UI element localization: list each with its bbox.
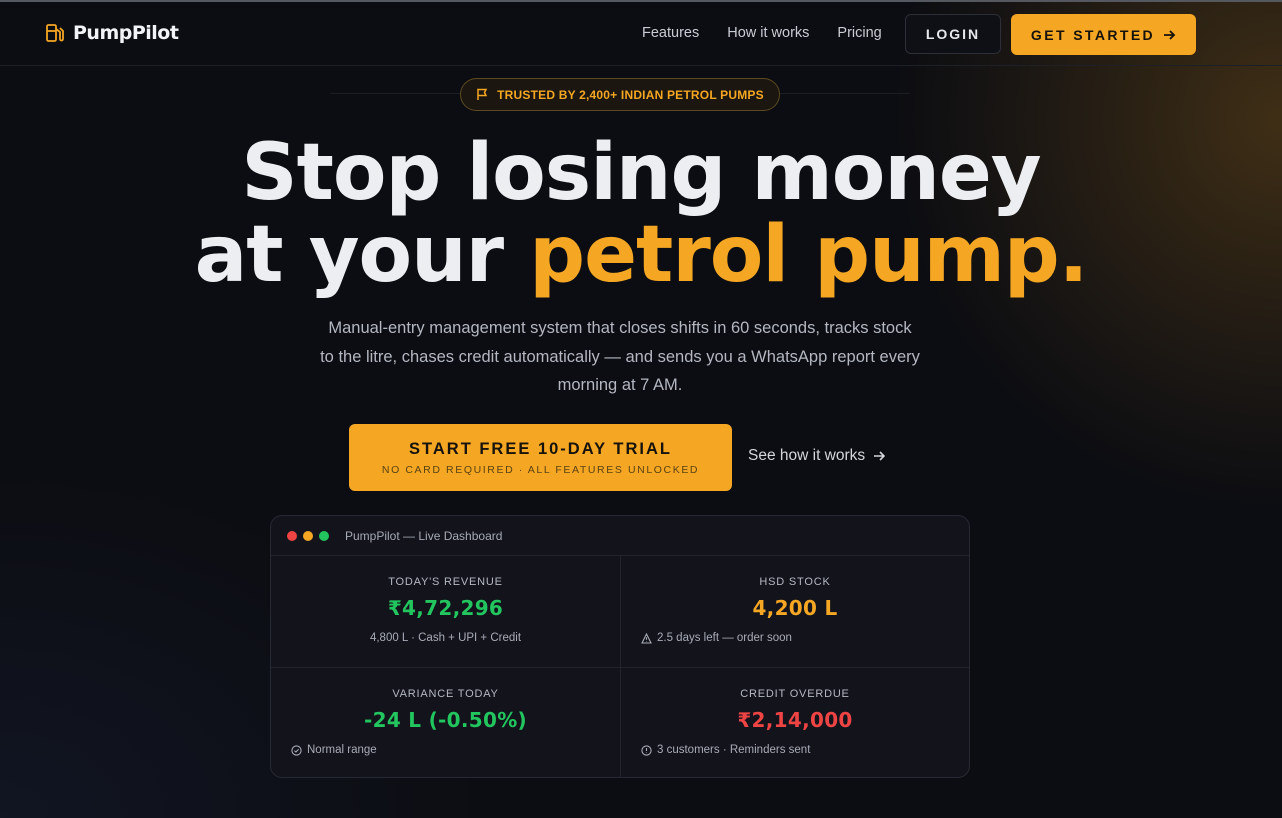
metric-card-hsd-stock: HSD STOCK 4,200 L 2.5 days left — order …	[620, 556, 969, 667]
brand-name: PumpPilot	[73, 22, 179, 44]
hero-subtitle: Manual-entry management system that clos…	[320, 319, 920, 394]
dashboard-title: PumpPilot — Live Dashboard	[345, 528, 503, 543]
metric-card-credit-overdue: CREDIT OVERDUE ₹2,14,000 3 customers · R…	[620, 667, 969, 777]
top-nav: PumpPilot Features How it works Pricing …	[0, 2, 1282, 66]
window-close-dot	[287, 530, 297, 541]
metric-value: 4,200 L	[752, 596, 838, 620]
window-maximize-dot	[319, 530, 329, 541]
flag-icon	[477, 88, 488, 100]
metric-value: ₹2,14,000	[737, 708, 853, 732]
metric-note-text: Normal range	[307, 744, 377, 756]
metric-note: 2.5 days left — order soon	[641, 632, 792, 644]
nav-link-pricing[interactable]: Pricing	[837, 25, 881, 41]
metric-card-revenue: TODAY'S REVENUE ₹4,72,296 4,800 L · Cash…	[271, 556, 620, 667]
metric-value: -24 L (-0.50%)	[364, 708, 527, 732]
cta-main-label: START FREE 10-DAY TRIAL	[409, 439, 672, 458]
fuel-pump-icon	[46, 24, 64, 42]
live-dashboard-preview: PumpPilot — Live Dashboard TODAY'S REVEN…	[270, 515, 970, 778]
see-how-it-works-label: See how it works	[748, 447, 866, 464]
info-circle-icon	[641, 744, 652, 756]
nav-link-features[interactable]: Features	[642, 25, 699, 41]
metrics-grid: TODAY'S REVENUE ₹4,72,296 4,800 L · Cash…	[271, 556, 969, 777]
hero-title: Stop losing money at your petrol pump.	[0, 132, 1282, 296]
metric-label: HSD STOCK	[759, 576, 831, 588]
hero-title-line1: Stop losing money	[241, 128, 1041, 218]
arrow-right-icon	[874, 451, 886, 461]
hero-title-accent: petrol pump.	[529, 210, 1088, 300]
login-button[interactable]: LOGIN	[905, 14, 1001, 54]
dashboard-titlebar: PumpPilot — Live Dashboard	[271, 516, 969, 556]
metric-label: VARIANCE TODAY	[392, 688, 499, 700]
see-how-it-works-link[interactable]: See how it works	[748, 447, 886, 465]
start-free-trial-button[interactable]: START FREE 10-DAY TRIAL NO CARD REQUIRED…	[349, 424, 732, 491]
trust-badge: TRUSTED BY 2,400+ INDIAN PETROL PUMPS	[460, 78, 780, 111]
brand-logo[interactable]: PumpPilot	[45, 22, 179, 44]
hero-title-line2: at your	[194, 210, 505, 300]
metric-note: Normal range	[291, 744, 377, 756]
nav-link-how-it-works[interactable]: How it works	[727, 25, 809, 41]
warning-icon	[641, 632, 652, 644]
trust-badge-text: TRUSTED BY 2,400+ INDIAN PETROL PUMPS	[497, 87, 764, 102]
window-minimize-dot	[303, 530, 313, 541]
metric-note-text: 3 customers · Reminders sent	[657, 744, 811, 756]
metric-note: 3 customers · Reminders sent	[641, 744, 810, 756]
get-started-label: GET STARTED	[1030, 26, 1156, 43]
metric-label: CREDIT OVERDUE	[740, 688, 850, 700]
metric-label: TODAY'S REVENUE	[388, 576, 503, 588]
check-circle-icon	[291, 744, 302, 756]
metric-card-variance: VARIANCE TODAY -24 L (-0.50%) Normal ran…	[271, 667, 620, 777]
metric-value: ₹4,72,296	[387, 596, 504, 620]
metric-note: 4,800 L · Cash + UPI + Credit	[271, 632, 620, 644]
get-started-button[interactable]: GET STARTED	[1011, 14, 1196, 55]
nav-links: Features How it works Pricing	[642, 25, 882, 41]
arrow-right-icon	[1164, 29, 1176, 40]
cta-sub-label: NO CARD REQUIRED · ALL FEATURES UNLOCKED	[381, 463, 700, 476]
metric-note-text: 2.5 days left — order soon	[657, 632, 792, 644]
metric-note-text: 4,800 L · Cash + UPI + Credit	[369, 632, 522, 644]
